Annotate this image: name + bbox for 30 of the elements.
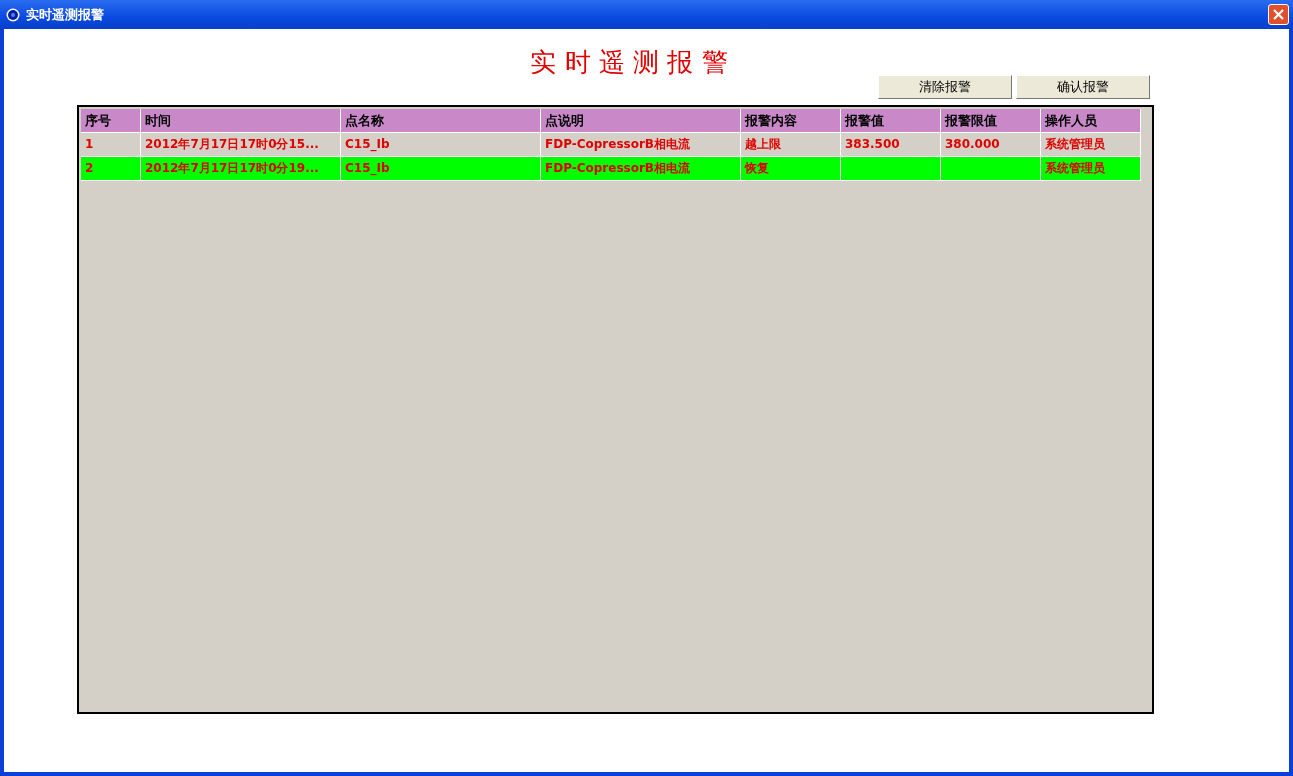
close-icon: [1272, 8, 1285, 21]
table-cell: FDP-CopressorB相电流: [545, 161, 690, 175]
table-cell: 1: [85, 137, 94, 151]
toolbar-button[interactable]: 清除报警: [878, 75, 1012, 99]
column-header[interactable]: 序号: [81, 109, 141, 133]
table-cell: 越上限: [745, 137, 781, 151]
page-heading: 实 时 遥 测 报 警: [529, 47, 729, 77]
column-header[interactable]: 报警内容: [741, 109, 841, 133]
table-cell: 383.500: [845, 137, 900, 151]
column-header[interactable]: 报警限值: [941, 109, 1041, 133]
column-header[interactable]: 点名称: [341, 109, 541, 133]
table-cell: 系统管理员: [1045, 161, 1105, 175]
window-title: 实时遥测报警: [26, 5, 104, 24]
table-cell: FDP-CopressorB相电流: [545, 137, 690, 151]
table-cell: C15_Ib: [345, 161, 390, 175]
column-header[interactable]: 时间: [141, 109, 341, 133]
table-cell: 2012年7月17日17时0分19...: [145, 161, 319, 175]
table-cell: C15_Ib: [345, 137, 390, 151]
column-header[interactable]: 点说明: [541, 109, 741, 133]
table-cell: 恢复: [745, 161, 769, 175]
close-button[interactable]: [1268, 4, 1289, 25]
table-cell: 2012年7月17日17时0分15...: [145, 137, 319, 151]
column-header[interactable]: 操作人员: [1041, 109, 1141, 133]
column-header[interactable]: 报警值: [841, 109, 941, 133]
toolbar-button[interactable]: 确认报警: [1016, 75, 1150, 99]
table-cell: 380.000: [945, 137, 1000, 151]
app-icon: [6, 7, 20, 22]
table-cell: 2: [85, 161, 94, 175]
table-cell: 系统管理员: [1045, 137, 1105, 151]
table-row[interactable]: 2 2012年7月17日17时0分19... C15_Ib FDP-CopressorB相电流 恢复 系统管理员: [81, 157, 1141, 181]
